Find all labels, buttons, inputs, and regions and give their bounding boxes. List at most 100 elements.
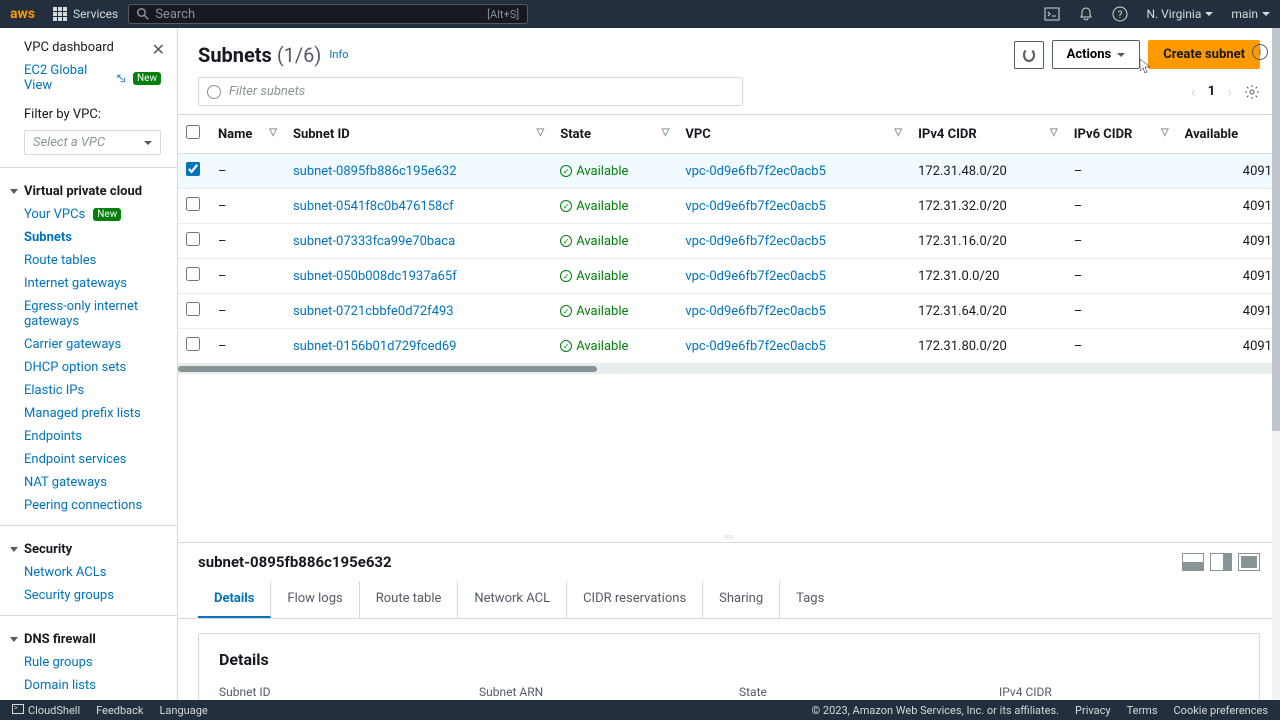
sidebar-item-domain-lists[interactable]: Domain lists bbox=[0, 674, 177, 697]
tab-tags[interactable]: Tags bbox=[780, 581, 840, 618]
sidebar-item-ec2-global[interactable]: EC2 Global ViewNew bbox=[0, 59, 177, 97]
sidebar-item-endpoint-svc[interactable]: Endpoint services bbox=[0, 448, 177, 471]
table-row[interactable]: – subnet-050b008dc1937a65f ✓Available vp… bbox=[178, 259, 1280, 294]
col-ipv6[interactable]: IPv6 CIDR▽ bbox=[1066, 115, 1177, 154]
row-checkbox[interactable] bbox=[186, 197, 200, 211]
sidebar-item-nat[interactable]: NAT gateways bbox=[0, 471, 177, 494]
account-selector[interactable]: main bbox=[1231, 7, 1270, 21]
gear-icon[interactable] bbox=[1244, 84, 1260, 100]
vpc-link[interactable]: vpc-0d9e6fb7f2ec0acb5 bbox=[685, 164, 826, 179]
next-page-button[interactable]: › bbox=[1227, 82, 1232, 101]
cell-ipv4: 172.31.64.0/20 bbox=[910, 294, 1066, 329]
row-checkbox[interactable] bbox=[186, 302, 200, 316]
sidebar-item-your-vpcs[interactable]: Your VPCsNew bbox=[0, 203, 177, 226]
sidebar-item-sg[interactable]: Security groups bbox=[0, 584, 177, 607]
privacy-link[interactable]: Privacy bbox=[1075, 704, 1111, 717]
global-search[interactable]: Search [Alt+S] bbox=[128, 4, 528, 24]
horizontal-scrollbar[interactable] bbox=[178, 364, 1280, 374]
terms-link[interactable]: Terms bbox=[1127, 704, 1158, 717]
sidebar-item-igw[interactable]: Internet gateways bbox=[0, 272, 177, 295]
section-security[interactable]: Security bbox=[0, 534, 177, 561]
aws-logo[interactable]: aws bbox=[10, 6, 35, 22]
table-row[interactable]: – subnet-0895fb886c195e632 ✓Available vp… bbox=[178, 154, 1280, 189]
sidebar-item-rule-groups[interactable]: Rule groups bbox=[0, 651, 177, 674]
col-state[interactable]: State▽ bbox=[552, 115, 677, 154]
tab-flow-logs[interactable]: Flow logs bbox=[271, 581, 359, 618]
col-name[interactable]: Name▽ bbox=[210, 115, 285, 154]
language-link[interactable]: Language bbox=[160, 704, 208, 717]
sidebar-item-dhcp[interactable]: DHCP option sets bbox=[0, 356, 177, 379]
region-selector[interactable]: N. Virginia bbox=[1146, 7, 1213, 21]
cell-available: 4091 bbox=[1177, 189, 1280, 224]
subnet-id-link[interactable]: subnet-0895fb886c195e632 bbox=[293, 164, 457, 179]
vpc-link[interactable]: vpc-0d9e6fb7f2ec0acb5 bbox=[685, 304, 826, 319]
section-vpc[interactable]: Virtual private cloud bbox=[0, 176, 177, 203]
tab-route-table[interactable]: Route table bbox=[360, 581, 459, 618]
sidebar-item-dashboard[interactable]: VPC dashboard bbox=[0, 40, 177, 59]
table-row[interactable]: – subnet-0721cbbfe0d72f493 ✓Available vp… bbox=[178, 294, 1280, 329]
services-button[interactable]: Services bbox=[53, 7, 118, 21]
pane-full-button[interactable] bbox=[1238, 553, 1260, 571]
sidebar-item-nacls[interactable]: Network ACLs bbox=[0, 561, 177, 584]
feedback-link[interactable]: Feedback bbox=[96, 704, 143, 717]
tab-cidr-reservations[interactable]: CIDR reservations bbox=[567, 581, 703, 618]
sidebar-item-endpoints[interactable]: Endpoints bbox=[0, 425, 177, 448]
subnet-id-link[interactable]: subnet-0156b01d729fced69 bbox=[293, 339, 457, 354]
subnet-id-link[interactable]: subnet-0721cbbfe0d72f493 bbox=[293, 304, 454, 319]
subnet-id-link[interactable]: subnet-07333fca99e70baca bbox=[293, 234, 455, 249]
pane-side-button[interactable] bbox=[1210, 553, 1232, 571]
col-ipv4[interactable]: IPv4 CIDR▽ bbox=[910, 115, 1066, 154]
col-vpc[interactable]: VPC▽ bbox=[677, 115, 910, 154]
info-panel-toggle[interactable]: i bbox=[1252, 44, 1268, 60]
vpc-link[interactable]: vpc-0d9e6fb7f2ec0acb5 bbox=[685, 269, 826, 284]
search-placeholder: Search bbox=[155, 7, 195, 22]
panel-splitter[interactable]: ═ bbox=[178, 532, 1280, 542]
sidebar-item-prefix[interactable]: Managed prefix lists bbox=[0, 402, 177, 425]
row-checkbox[interactable] bbox=[186, 232, 200, 246]
info-link[interactable]: Info bbox=[329, 48, 348, 61]
subnet-id-link[interactable]: subnet-0541f8c0b476158cf bbox=[293, 199, 454, 214]
vpc-link[interactable]: vpc-0d9e6fb7f2ec0acb5 bbox=[685, 234, 826, 249]
sidebar-item-egress[interactable]: Egress-only internet gateways bbox=[0, 295, 177, 333]
cell-name: – bbox=[210, 224, 285, 259]
sidebar-item-peering[interactable]: Peering connections bbox=[0, 494, 177, 517]
section-dns[interactable]: DNS firewall bbox=[0, 624, 177, 651]
notifications-icon[interactable] bbox=[1078, 6, 1094, 22]
table-row[interactable]: – subnet-0541f8c0b476158cf ✓Available vp… bbox=[178, 189, 1280, 224]
create-subnet-button[interactable]: Create subnet bbox=[1148, 40, 1260, 69]
close-icon[interactable]: ✕ bbox=[152, 40, 165, 59]
tab-network-acl[interactable]: Network ACL bbox=[458, 581, 567, 618]
table-row[interactable]: – subnet-0156b01d729fced69 ✓Available vp… bbox=[178, 329, 1280, 364]
sidebar-item-route-tables[interactable]: Route tables bbox=[0, 249, 177, 272]
actions-button[interactable]: Actions bbox=[1052, 40, 1141, 69]
row-checkbox[interactable] bbox=[186, 162, 200, 176]
sidebar-item-eip[interactable]: Elastic IPs bbox=[0, 379, 177, 402]
vpc-link[interactable]: vpc-0d9e6fb7f2ec0acb5 bbox=[685, 339, 826, 354]
row-checkbox[interactable] bbox=[186, 267, 200, 281]
cookie-link[interactable]: Cookie preferences bbox=[1174, 704, 1268, 717]
col-available[interactable]: Available bbox=[1177, 115, 1280, 154]
col-subnet-id[interactable]: Subnet ID▽ bbox=[285, 115, 552, 154]
field-label: IPv4 CIDR bbox=[999, 685, 1239, 699]
refresh-button[interactable] bbox=[1014, 41, 1044, 69]
cell-ipv4: 172.31.48.0/20 bbox=[910, 154, 1066, 189]
vertical-scrollbar[interactable] bbox=[1272, 28, 1280, 700]
select-all-checkbox[interactable] bbox=[186, 125, 200, 139]
vpc-select[interactable]: Select a VPC bbox=[24, 130, 161, 155]
sidebar-item-subnets[interactable]: Subnets bbox=[0, 226, 177, 249]
sidebar-item-carrier[interactable]: Carrier gateways bbox=[0, 333, 177, 356]
cloudshell-button[interactable]: CloudShell bbox=[12, 704, 80, 717]
cloudshell-icon[interactable] bbox=[1044, 6, 1060, 22]
vpc-link[interactable]: vpc-0d9e6fb7f2ec0acb5 bbox=[685, 199, 826, 214]
table-row[interactable]: – subnet-07333fca99e70baca ✓Available vp… bbox=[178, 224, 1280, 259]
cell-name: – bbox=[210, 294, 285, 329]
help-icon[interactable]: ? bbox=[1112, 6, 1128, 22]
filter-input[interactable]: Filter subnets bbox=[198, 77, 743, 106]
subnet-id-link[interactable]: subnet-050b008dc1937a65f bbox=[293, 269, 457, 284]
pane-half-button[interactable] bbox=[1182, 553, 1204, 571]
row-checkbox[interactable] bbox=[186, 337, 200, 351]
services-label: Services bbox=[73, 7, 118, 21]
tab-sharing[interactable]: Sharing bbox=[703, 581, 780, 618]
tab-details[interactable]: Details bbox=[198, 581, 271, 618]
prev-page-button[interactable]: ‹ bbox=[1191, 82, 1196, 101]
